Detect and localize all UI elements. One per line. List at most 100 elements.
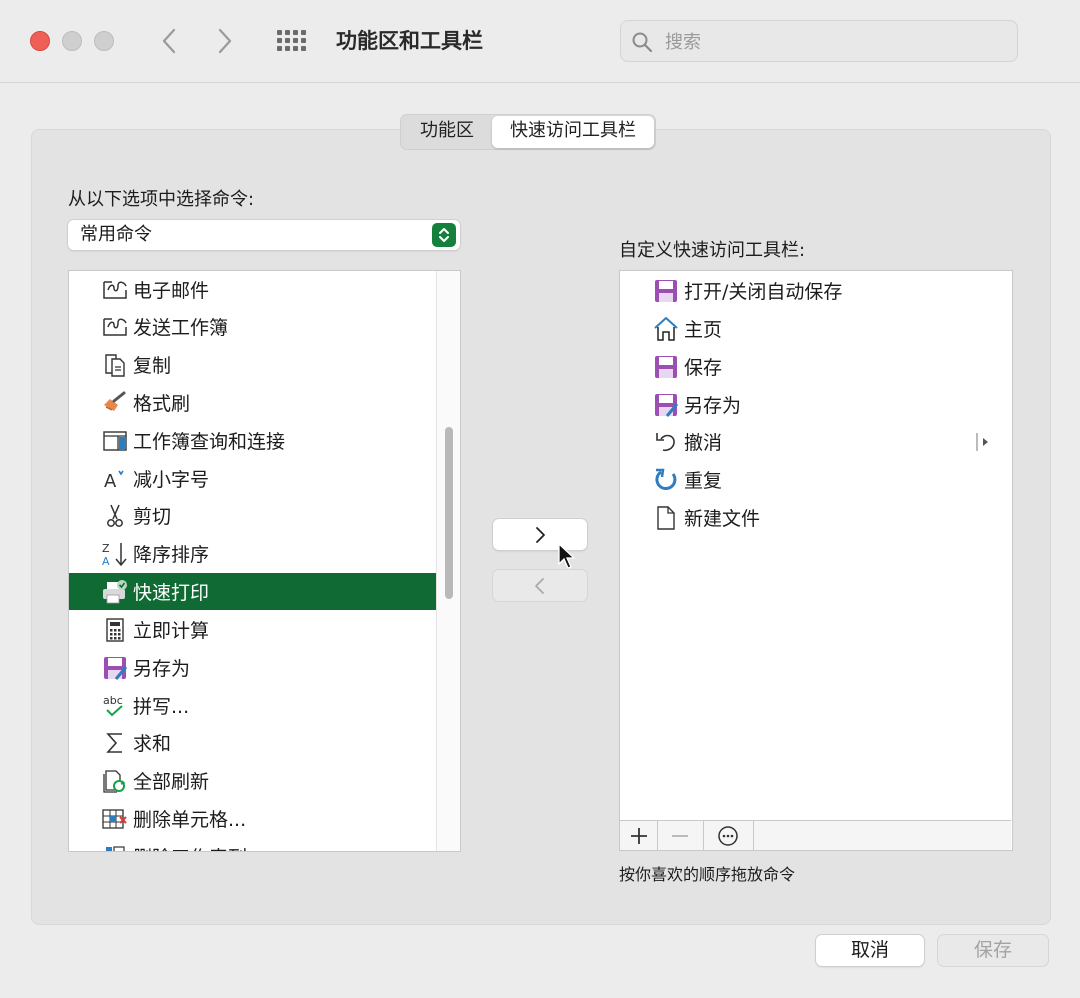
list-item-label: 快速打印 (133, 582, 210, 604)
tab-ribbon[interactable]: 功能区 (402, 116, 492, 148)
autosave-icon (652, 277, 680, 305)
available-commands-list[interactable]: 电子邮件 发送工作簿 复制 格式刷 工作簿查询和连接 A 减小字号 剪切 ZA … (68, 270, 461, 852)
refresh-all-icon (101, 767, 129, 795)
search-input[interactable] (663, 21, 1007, 63)
queries-connections-icon (101, 427, 129, 455)
scrollbar[interactable] (436, 271, 460, 851)
ellipsis-circle-icon (718, 825, 738, 846)
list-item-label: 主页 (684, 319, 723, 341)
submenu-arrow-icon[interactable] (976, 432, 992, 452)
list-item[interactable]: 重复 (620, 461, 1012, 498)
list-item-label: 打开/关闭自动保存 (684, 281, 843, 303)
zoom-button[interactable] (94, 31, 114, 51)
list-item[interactable]: 全部刷新 (69, 762, 436, 799)
search-icon (632, 32, 653, 53)
list-item-label: 删除单元格... (133, 809, 247, 831)
remove-command-button[interactable] (493, 570, 587, 601)
redo-icon (652, 466, 680, 494)
list-item[interactable]: 工作簿查询和连接 (69, 422, 436, 459)
chevron-left-icon (535, 577, 544, 594)
scissors-icon (101, 502, 129, 530)
tab-quick-access-toolbar[interactable]: 快速访问工具栏 (492, 116, 654, 148)
close-button[interactable] (30, 31, 50, 51)
toolbar-commands-list[interactable]: 打开/关闭自动保存 主页 保存 另存为 撤消 重复 新建文件 (619, 270, 1013, 851)
new-file-icon (652, 504, 680, 532)
up-down-arrows-icon (432, 223, 456, 247)
list-item-label: 发送工作簿 (133, 317, 229, 339)
list-item-label: 格式刷 (133, 393, 191, 415)
delete-cells-icon (101, 805, 129, 833)
minimize-button[interactable] (62, 31, 82, 51)
list-item-label: 复制 (133, 355, 172, 377)
list-item[interactable]: 复制 (69, 346, 436, 383)
svg-text:abc: abc (103, 694, 123, 707)
list-item[interactable]: A 减小字号 (69, 460, 436, 497)
svg-text:Z: Z (102, 542, 110, 555)
list-item-label: 求和 (133, 733, 172, 755)
save-icon (652, 353, 680, 381)
sum-icon (101, 729, 129, 757)
scrollbar-thumb[interactable] (445, 427, 453, 599)
chevron-right-icon (536, 526, 545, 543)
list-item-label: 工作簿查询和连接 (133, 431, 286, 453)
list-item[interactable]: 删除工作表列 (69, 838, 436, 851)
list-item[interactable]: 删除单元格... (69, 800, 436, 837)
list-item-label: 立即计算 (133, 620, 210, 642)
list-item[interactable]: 剪切 (69, 497, 436, 534)
settings-window: 功能区和工具栏 功能区 快速访问工具栏 从以下选项中选择命令: 常用命令 电子邮… (0, 0, 1080, 998)
list-item[interactable]: 发送工作簿 (69, 308, 436, 345)
decrease-font-icon: A (101, 465, 129, 493)
commands-dropdown-value: 常用命令 (80, 224, 152, 245)
cancel-button[interactable]: 取消 (816, 935, 924, 966)
spelling-icon: abc (101, 692, 129, 720)
back-button[interactable] (152, 24, 186, 58)
list-item[interactable]: 电子邮件 (69, 271, 436, 308)
list-item[interactable]: 求和 (69, 724, 436, 761)
list-item[interactable]: ZA 降序排序 (69, 535, 436, 572)
list-item[interactable]: 打开/关闭自动保存 (620, 272, 1012, 309)
calculator-icon (101, 616, 129, 644)
save-as-icon (652, 391, 680, 419)
save-as-icon (101, 654, 129, 682)
chevron-left-icon (162, 28, 176, 54)
list-item[interactable]: 撤消 (620, 423, 1012, 460)
mouse-cursor-icon (558, 543, 576, 569)
delete-column-icon (101, 843, 129, 851)
list-item[interactable]: 另存为 (69, 649, 436, 686)
title-bar: 功能区和工具栏 (0, 0, 1080, 83)
forward-button[interactable] (208, 24, 242, 58)
grid-icon (277, 30, 306, 51)
list-item-label: 剪切 (133, 506, 172, 528)
remove-button[interactable] (657, 821, 704, 850)
list-item[interactable]: 保存 (620, 348, 1012, 385)
more-options-button[interactable] (703, 821, 754, 850)
svg-text:A: A (102, 555, 110, 568)
drag-hint: 按你喜欢的顺序拖放命令 (619, 865, 796, 884)
tab-control: 功能区 快速访问工具栏 (400, 114, 656, 150)
list-item-label: 撤消 (684, 432, 723, 454)
svg-text:A: A (104, 471, 117, 491)
list-item-label: 另存为 (133, 658, 191, 680)
home-icon (652, 315, 680, 343)
show-all-button[interactable] (274, 26, 310, 56)
list-item[interactable]: 格式刷 (69, 384, 436, 421)
send-workbook-icon (101, 313, 129, 341)
commands-dropdown[interactable]: 常用命令 (68, 220, 460, 250)
list-item-label: 重复 (684, 470, 723, 492)
list-item-label: 删除工作表列 (133, 843, 247, 851)
list-item-selected[interactable]: 快速打印 (69, 573, 436, 610)
list-item[interactable]: 另存为 (620, 386, 1012, 423)
list-item-label: 新建文件 (684, 508, 761, 530)
list-item-label: 电子邮件 (133, 280, 210, 302)
save-button[interactable]: 保存 (938, 935, 1048, 966)
list-item[interactable]: 立即计算 (69, 611, 436, 648)
choose-commands-label: 从以下选项中选择命令: (68, 189, 255, 210)
list-item[interactable]: 新建文件 (620, 499, 1012, 536)
list-item[interactable]: abc 拼写... (69, 687, 436, 724)
email-icon (101, 276, 129, 304)
copy-icon (101, 351, 129, 379)
add-button[interactable] (620, 821, 658, 850)
search-field[interactable] (620, 20, 1018, 63)
list-item[interactable]: 主页 (620, 310, 1012, 347)
list-item-label: 降序排序 (133, 544, 210, 566)
